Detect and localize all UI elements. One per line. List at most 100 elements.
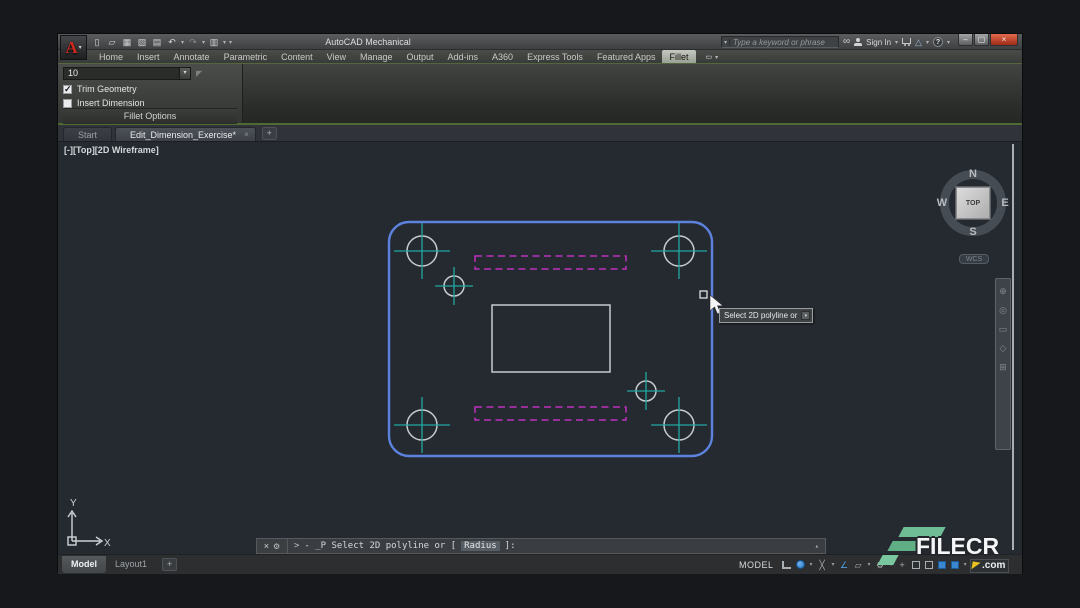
tab-featured-apps[interactable]: Featured Apps [590,50,663,63]
hidden-slot-rectangles[interactable] [475,256,626,420]
tab-insert[interactable]: Insert [130,50,167,63]
ribbon-minimize-control[interactable]: ▭ ▾ [706,53,719,63]
vertical-scrollbar[interactable] [1012,144,1014,550]
customize-qat-caret-icon[interactable]: ▾ [229,39,232,46]
minimize-button[interactable]: – [958,34,973,46]
command-line-tools: × ⚙ [256,538,288,554]
exchange-apps-cart-icon[interactable] [902,38,911,44]
layout1-tab[interactable]: Layout1 [106,556,156,573]
center-rectangle[interactable] [492,305,610,372]
new-layout-button[interactable]: + [162,558,177,571]
maximize-button[interactable]: ▢ [974,34,989,46]
title-bar: ▯ ▱ ▦ ▧ ▤ ↶ ▾ ↷ ▾ ▥ ▾ ▾ AutoCAD Mechanic… [58,34,1022,50]
model-tab[interactable]: Model [62,556,106,573]
sign-in-caret-icon[interactable]: ▾ [895,39,898,46]
viewcube[interactable]: N W E S TOP [938,168,1008,238]
command-customize-icon[interactable]: ⚙ [273,542,280,551]
insert-dimension-option[interactable]: Insert Dimension [63,98,237,108]
tab-fillet-active[interactable]: Fillet [662,50,695,63]
radius-select-caret-icon[interactable]: ▾ [179,68,190,79]
command-input-area[interactable]: > - _P Select 2D polyline or [ Radius ]:… [288,538,826,554]
drawing-canvas[interactable]: [-][Top][2D Wireframe] [58,142,1022,554]
model-space-badge[interactable]: MODEL [736,560,777,570]
file-tab-close-icon[interactable]: × [244,130,249,139]
orbit-icon[interactable]: ◇ [1000,344,1007,353]
quick-access-toolbar: ▯ ▱ ▦ ▧ ▤ ↶ ▾ ↷ ▾ ▥ ▾ ▾ [91,36,232,48]
desktop: { "titlebar": { "title": "AutoCAD Mechan… [0,0,1080,608]
trim-geometry-checkbox[interactable] [63,85,72,94]
viewcube-west[interactable]: W [937,197,947,209]
navigation-bar[interactable]: ⊕ ◎ ▭ ◇ ⊞ [995,278,1011,450]
pan-icon[interactable]: ◎ [999,306,1007,315]
command-line-bar[interactable]: × ⚙ > - _P Select 2D polyline or [ Radiu… [256,538,826,554]
help-caret-icon[interactable]: ▾ [947,39,950,46]
viewcube-south[interactable]: S [969,226,976,238]
hole-circles[interactable] [407,236,694,440]
tab-home[interactable]: Home [92,50,130,63]
command-option-radius[interactable]: Radius [461,541,500,551]
infer-caret-icon[interactable]: ▾ [832,561,835,568]
save-icon[interactable]: ▦ [121,36,133,48]
selected-2d-polyline[interactable] [389,222,712,456]
infer-constraints-icon[interactable]: ╳ [818,560,827,570]
save-as-icon[interactable]: ▧ [136,36,148,48]
tab-view[interactable]: View [320,50,353,63]
viewport-controls-label[interactable]: [-][Top][2D Wireframe] [64,145,159,155]
command-history-expand-icon[interactable]: ▴ [815,542,819,550]
close-button[interactable]: × [990,34,1018,46]
tab-output[interactable]: Output [400,50,441,63]
zoom-extents-icon[interactable]: ▭ [999,325,1008,334]
redo-icon[interactable]: ↷ [187,36,199,48]
workspace-icon[interactable]: ▥ [208,36,220,48]
plot-icon[interactable]: ▤ [151,36,163,48]
new-drawing-tab-button[interactable]: + [262,127,277,140]
grid-display-icon[interactable] [782,561,791,569]
wcs-dropdown[interactable]: WCS [959,254,989,264]
command-close-icon[interactable]: × [264,541,269,551]
viewcube-north[interactable]: N [969,168,977,180]
a360-caret-icon[interactable]: ▾ [926,39,929,46]
showmotion-icon[interactable]: ⊞ [999,363,1007,372]
fillet-options-panel: 10 ▾ ◤ Trim Geometry Insert Dimension Fi… [58,64,243,123]
snap-mode-icon[interactable] [796,560,805,569]
tab-express-tools[interactable]: Express Tools [520,50,590,63]
tab-parametric[interactable]: Parametric [217,50,275,63]
sign-in-button[interactable]: Sign In [866,38,891,47]
redo-caret-icon[interactable]: ▾ [202,39,205,46]
ribbon-minimize-icon: ▭ [706,53,713,61]
tab-content[interactable]: Content [274,50,320,63]
tab-a360[interactable]: A360 [485,50,520,63]
tooltip-text: Select 2D polyline or [724,311,797,320]
viewcube-east[interactable]: E [1001,197,1008,209]
isodraft-caret-icon[interactable]: ▾ [868,561,871,568]
command-prompt-suffix: ]: [505,541,516,551]
full-navigation-wheel-icon[interactable]: ⊕ [999,287,1007,296]
application-menu-button[interactable]: A ▾ [60,35,87,60]
trim-geometry-option[interactable]: Trim Geometry [63,84,237,94]
tab-annotate[interactable]: Annotate [167,50,217,63]
window-controls: – ▢ × [958,34,1018,46]
viewcube-top-face[interactable]: TOP [956,187,990,219]
centerline-marks[interactable] [394,223,707,453]
polar-tracking-icon[interactable]: ∠ [840,560,849,570]
new-file-icon[interactable]: ▯ [91,36,103,48]
help-icon[interactable]: ? [933,37,943,47]
undo-caret-icon[interactable]: ▾ [181,39,184,46]
fillet-flyout-icon[interactable]: ◤ [196,69,202,78]
user-person-icon[interactable] [854,38,862,46]
file-tab-start[interactable]: Start [63,127,112,141]
search-binoculars-icon[interactable]: ∞ [843,37,850,47]
search-input[interactable] [730,37,838,47]
fillet-radius-select[interactable]: 10 ▾ [63,67,191,80]
open-folder-icon[interactable]: ▱ [106,36,118,48]
insert-dimension-checkbox[interactable] [63,99,72,108]
a360-icon[interactable]: △ [915,37,922,48]
file-tab-drawing-active[interactable]: Edit_Dimension_Exercise* × [115,127,256,141]
search-history-caret-icon[interactable]: ▾ [722,39,730,46]
tab-manage[interactable]: Manage [353,50,400,63]
isodraft-icon[interactable]: ▱ [854,560,863,570]
snap-caret-icon[interactable]: ▾ [810,561,813,568]
tab-add-ins[interactable]: Add-ins [441,50,486,63]
workspace-caret-icon[interactable]: ▾ [223,39,226,46]
undo-icon[interactable]: ↶ [166,36,178,48]
